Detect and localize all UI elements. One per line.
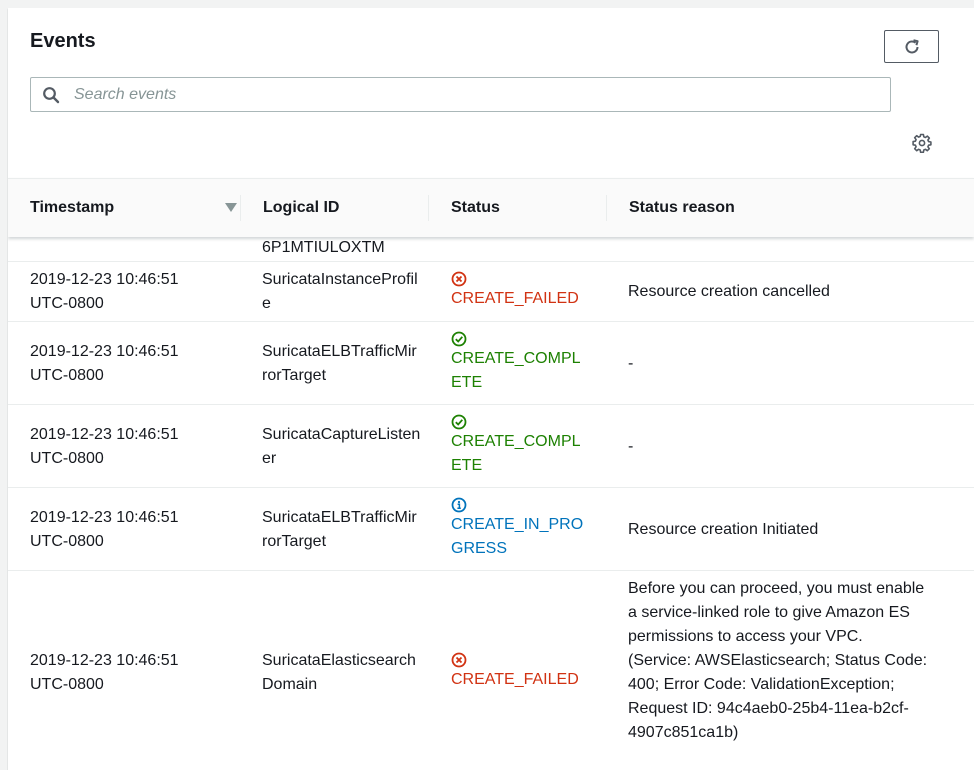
- timestamp-date: 2019-12-23 10:46:51: [30, 509, 179, 526]
- status-cell: CREATE_IN_PROGRESS: [451, 493, 591, 561]
- success-check-icon: [451, 331, 467, 347]
- error-circle-icon: [451, 271, 467, 287]
- status-text: CREATE_COMPLETE: [451, 433, 581, 474]
- search-input[interactable]: [72, 84, 890, 105]
- timestamp-cell: 2019-12-23 10:46:51 UTC-0800: [30, 423, 179, 471]
- status-reason-cell: Before you can proceed, you must enable …: [628, 580, 928, 741]
- table-header: Timestamp Logical ID Status Status reaso…: [8, 178, 974, 237]
- timestamp-cell: 2019-12-23 10:46:51 UTC-0800: [30, 649, 179, 697]
- timestamp-date: 2019-12-23 10:46:51: [30, 652, 179, 669]
- status-reason-cell: -: [628, 438, 634, 455]
- refresh-button[interactable]: [884, 30, 939, 63]
- column-header-status-reason[interactable]: Status reason: [606, 179, 974, 237]
- timestamp-date: 2019-12-23 10:46:51: [30, 426, 179, 443]
- events-panel: Events Timestamp: [8, 8, 974, 770]
- timestamp-timezone: UTC-0800: [30, 450, 104, 467]
- timestamp-date: 2019-12-23 10:46:51: [30, 343, 179, 360]
- column-label-status: Status: [451, 199, 500, 216]
- table-row[interactable]: 2019-12-23 10:46:51 UTC-0800 SuricataCap…: [8, 405, 974, 488]
- info-circle-icon: [451, 497, 467, 513]
- events-table-body: 6P1MTIULOXTM 2019-12-23 10:46:51 UTC-080…: [8, 236, 974, 770]
- column-header-timestamp[interactable]: Timestamp: [30, 179, 240, 237]
- table-row[interactable]: 2019-12-23 10:46:51 UTC-0800 SuricataELB…: [8, 488, 974, 571]
- table-row[interactable]: 2019-12-23 10:46:51 UTC-0800 SuricataEla…: [8, 571, 974, 770]
- column-label-timestamp: Timestamp: [30, 199, 115, 216]
- timestamp-timezone: UTC-0800: [30, 533, 104, 550]
- status-reason-cell: Resource creation cancelled: [628, 283, 830, 300]
- status-text: CREATE_COMPLETE: [451, 350, 581, 391]
- success-check-icon: [451, 414, 467, 430]
- timestamp-timezone: UTC-0800: [30, 676, 104, 693]
- column-divider: [428, 195, 429, 221]
- logical-id-cell: SuricataCaptureListener: [262, 426, 421, 467]
- status-reason-cell: -: [628, 355, 634, 372]
- logical-id-cell: SuricataELBTrafficMirrorTarget: [262, 509, 417, 550]
- column-label-status-reason: Status reason: [629, 199, 735, 216]
- refresh-icon: [905, 38, 919, 53]
- timestamp-cell: 2019-12-23 10:46:51 UTC-0800: [30, 506, 179, 554]
- error-circle-icon: [451, 652, 467, 668]
- status-cell: CREATE_COMPLETE: [451, 410, 591, 478]
- status-cell: CREATE_FAILED: [451, 267, 591, 311]
- timestamp-timezone: UTC-0800: [30, 295, 104, 312]
- logical-id-cell: SuricataELBTrafficMirrorTarget: [262, 343, 417, 384]
- table-row[interactable]: 2019-12-23 10:46:51 UTC-0800 SuricataIns…: [8, 262, 974, 322]
- status-cell: CREATE_FAILED: [451, 648, 591, 692]
- search-icon: [42, 86, 60, 104]
- preferences-gear-icon[interactable]: [911, 132, 933, 154]
- search-events-field[interactable]: [30, 77, 891, 112]
- table-row[interactable]: 2019-12-23 10:46:51 UTC-0800 SuricataELB…: [8, 322, 974, 405]
- panel-title: Events: [30, 30, 96, 52]
- column-header-logical-id[interactable]: Logical ID: [240, 179, 428, 237]
- timestamp-cell: 2019-12-23 10:46:51 UTC-0800: [30, 340, 179, 388]
- events-header: Events: [8, 8, 974, 178]
- column-divider: [606, 195, 607, 221]
- status-text: CREATE_IN_PROGRESS: [451, 516, 584, 557]
- timestamp-timezone: UTC-0800: [30, 367, 104, 384]
- column-divider: [240, 195, 241, 221]
- status-text: CREATE_FAILED: [451, 290, 579, 307]
- status-text: CREATE_FAILED: [451, 671, 579, 688]
- table-row[interactable]: 6P1MTIULOXTM: [8, 236, 974, 262]
- logical-id-cell: SuricataElasticsearchDomain: [262, 652, 416, 693]
- sort-descending-icon[interactable]: [225, 203, 237, 213]
- column-label-logical-id: Logical ID: [263, 199, 340, 216]
- status-cell: CREATE_COMPLETE: [451, 327, 591, 395]
- timestamp-cell: 2019-12-23 10:46:51 UTC-0800: [30, 268, 179, 316]
- logical-id-cell: SuricataInstanceProfile: [262, 271, 418, 312]
- status-reason-cell: Resource creation Initiated: [628, 521, 819, 538]
- timestamp-date: 2019-12-23 10:46:51: [30, 271, 179, 288]
- logical-id-cell: 6P1MTIULOXTM: [262, 239, 385, 256]
- column-header-status[interactable]: Status: [428, 179, 606, 237]
